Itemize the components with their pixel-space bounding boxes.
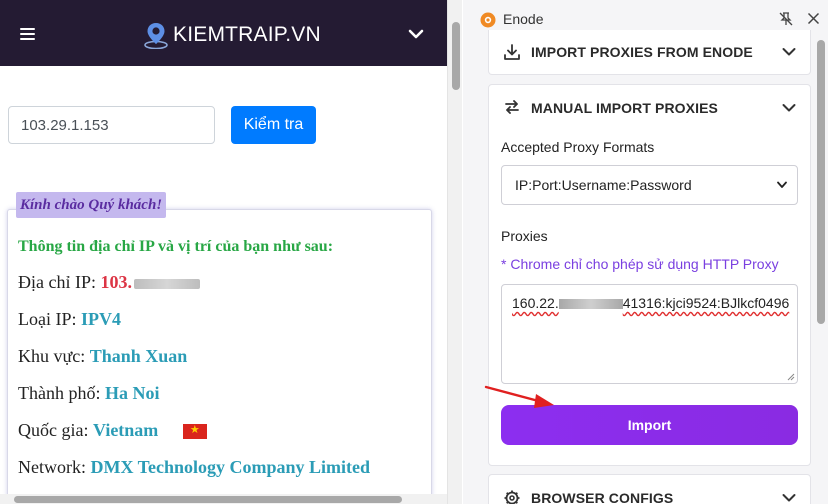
info-row-ip: Địa chỉ IP: 103. — [18, 272, 200, 293]
proxies-label: Proxies — [501, 228, 548, 244]
greeting-badge: Kính chào Quý khách! — [16, 192, 167, 218]
info-heading: Thông tin địa chỉ IP và vị trí của bạn n… — [18, 238, 334, 255]
brand-name: KIEMTRAIP.VN — [173, 23, 321, 46]
proxies-textarea[interactable]: 160.22. 41316:kjci9524:BJlkcf0496 — [501, 284, 798, 384]
redacted-ip-blur — [134, 278, 200, 289]
check-button[interactable]: Kiểm tra — [231, 106, 316, 144]
info-row-ip-type: Loại IP: IPV4 — [18, 309, 121, 329]
vietnam-flag-icon — [182, 423, 207, 440]
scrollbar-thumb[interactable] — [452, 22, 460, 90]
import-button[interactable]: Import — [501, 405, 798, 445]
website-pane: KIEMTRAIP.VN Kiểm tra Kính chào Quý khác… — [0, 0, 447, 504]
formats-label: Accepted Proxy Formats — [501, 139, 655, 155]
hamburger-menu-icon[interactable] — [20, 28, 35, 40]
info-row-region: Khu vực: Thanh Xuan — [18, 346, 188, 366]
scrollbar-thumb[interactable] — [817, 40, 825, 324]
extension-panel: Enode IMPORT PROXIES FROM ENODE MANUAL I… — [463, 0, 828, 504]
chevron-down-icon — [777, 181, 787, 188]
info-row-city: Thành phố: Ha Noi — [18, 383, 160, 403]
section-browser-configs: BROWSER CONFIGS — [488, 474, 811, 504]
selected-format: IP:Port:Username:Password — [515, 177, 692, 193]
redacted-proxy-blur — [558, 299, 623, 310]
extension-vertical-scrollbar[interactable] — [813, 0, 828, 504]
proxy-format-select[interactable]: IP:Port:Username:Password — [501, 165, 798, 205]
ip-value: 103. — [100, 272, 133, 292]
chevron-down-icon[interactable] — [408, 28, 424, 40]
gear-icon — [504, 490, 520, 504]
section-title: BROWSER CONFIGS — [531, 490, 674, 504]
http-proxy-note: * Chrome chỉ cho phép sử dụng HTTP Proxy — [501, 256, 779, 272]
proxy-entry: 160.22. 41316:kjci9524:BJlkcf0496 — [512, 295, 790, 311]
website-vertical-scrollbar[interactable] — [447, 0, 462, 504]
screen: KIEMTRAIP.VN Kiểm tra Kính chào Quý khác… — [0, 0, 828, 504]
section-header[interactable]: BROWSER CONFIGS — [489, 475, 810, 504]
ip-search-input[interactable] — [8, 106, 215, 144]
manual-import-form: Accepted Proxy Formats IP:Port:Username:… — [488, 0, 811, 504]
scrollbar-thumb[interactable] — [14, 496, 402, 503]
chevron-down-icon[interactable] — [782, 493, 796, 503]
site-header: KIEMTRAIP.VN — [0, 0, 447, 66]
info-row-country: Quốc gia: Vietnam — [18, 420, 207, 441]
site-brand[interactable]: KIEMTRAIP.VN — [143, 21, 321, 49]
info-row-network: Network: DMX Technology Company Limited — [18, 457, 371, 477]
horizontal-scrollbar[interactable] — [0, 494, 447, 504]
location-pin-icon — [144, 23, 168, 49]
resize-grip-icon[interactable] — [787, 373, 795, 381]
red-annotation-arrow-icon — [484, 385, 554, 408]
